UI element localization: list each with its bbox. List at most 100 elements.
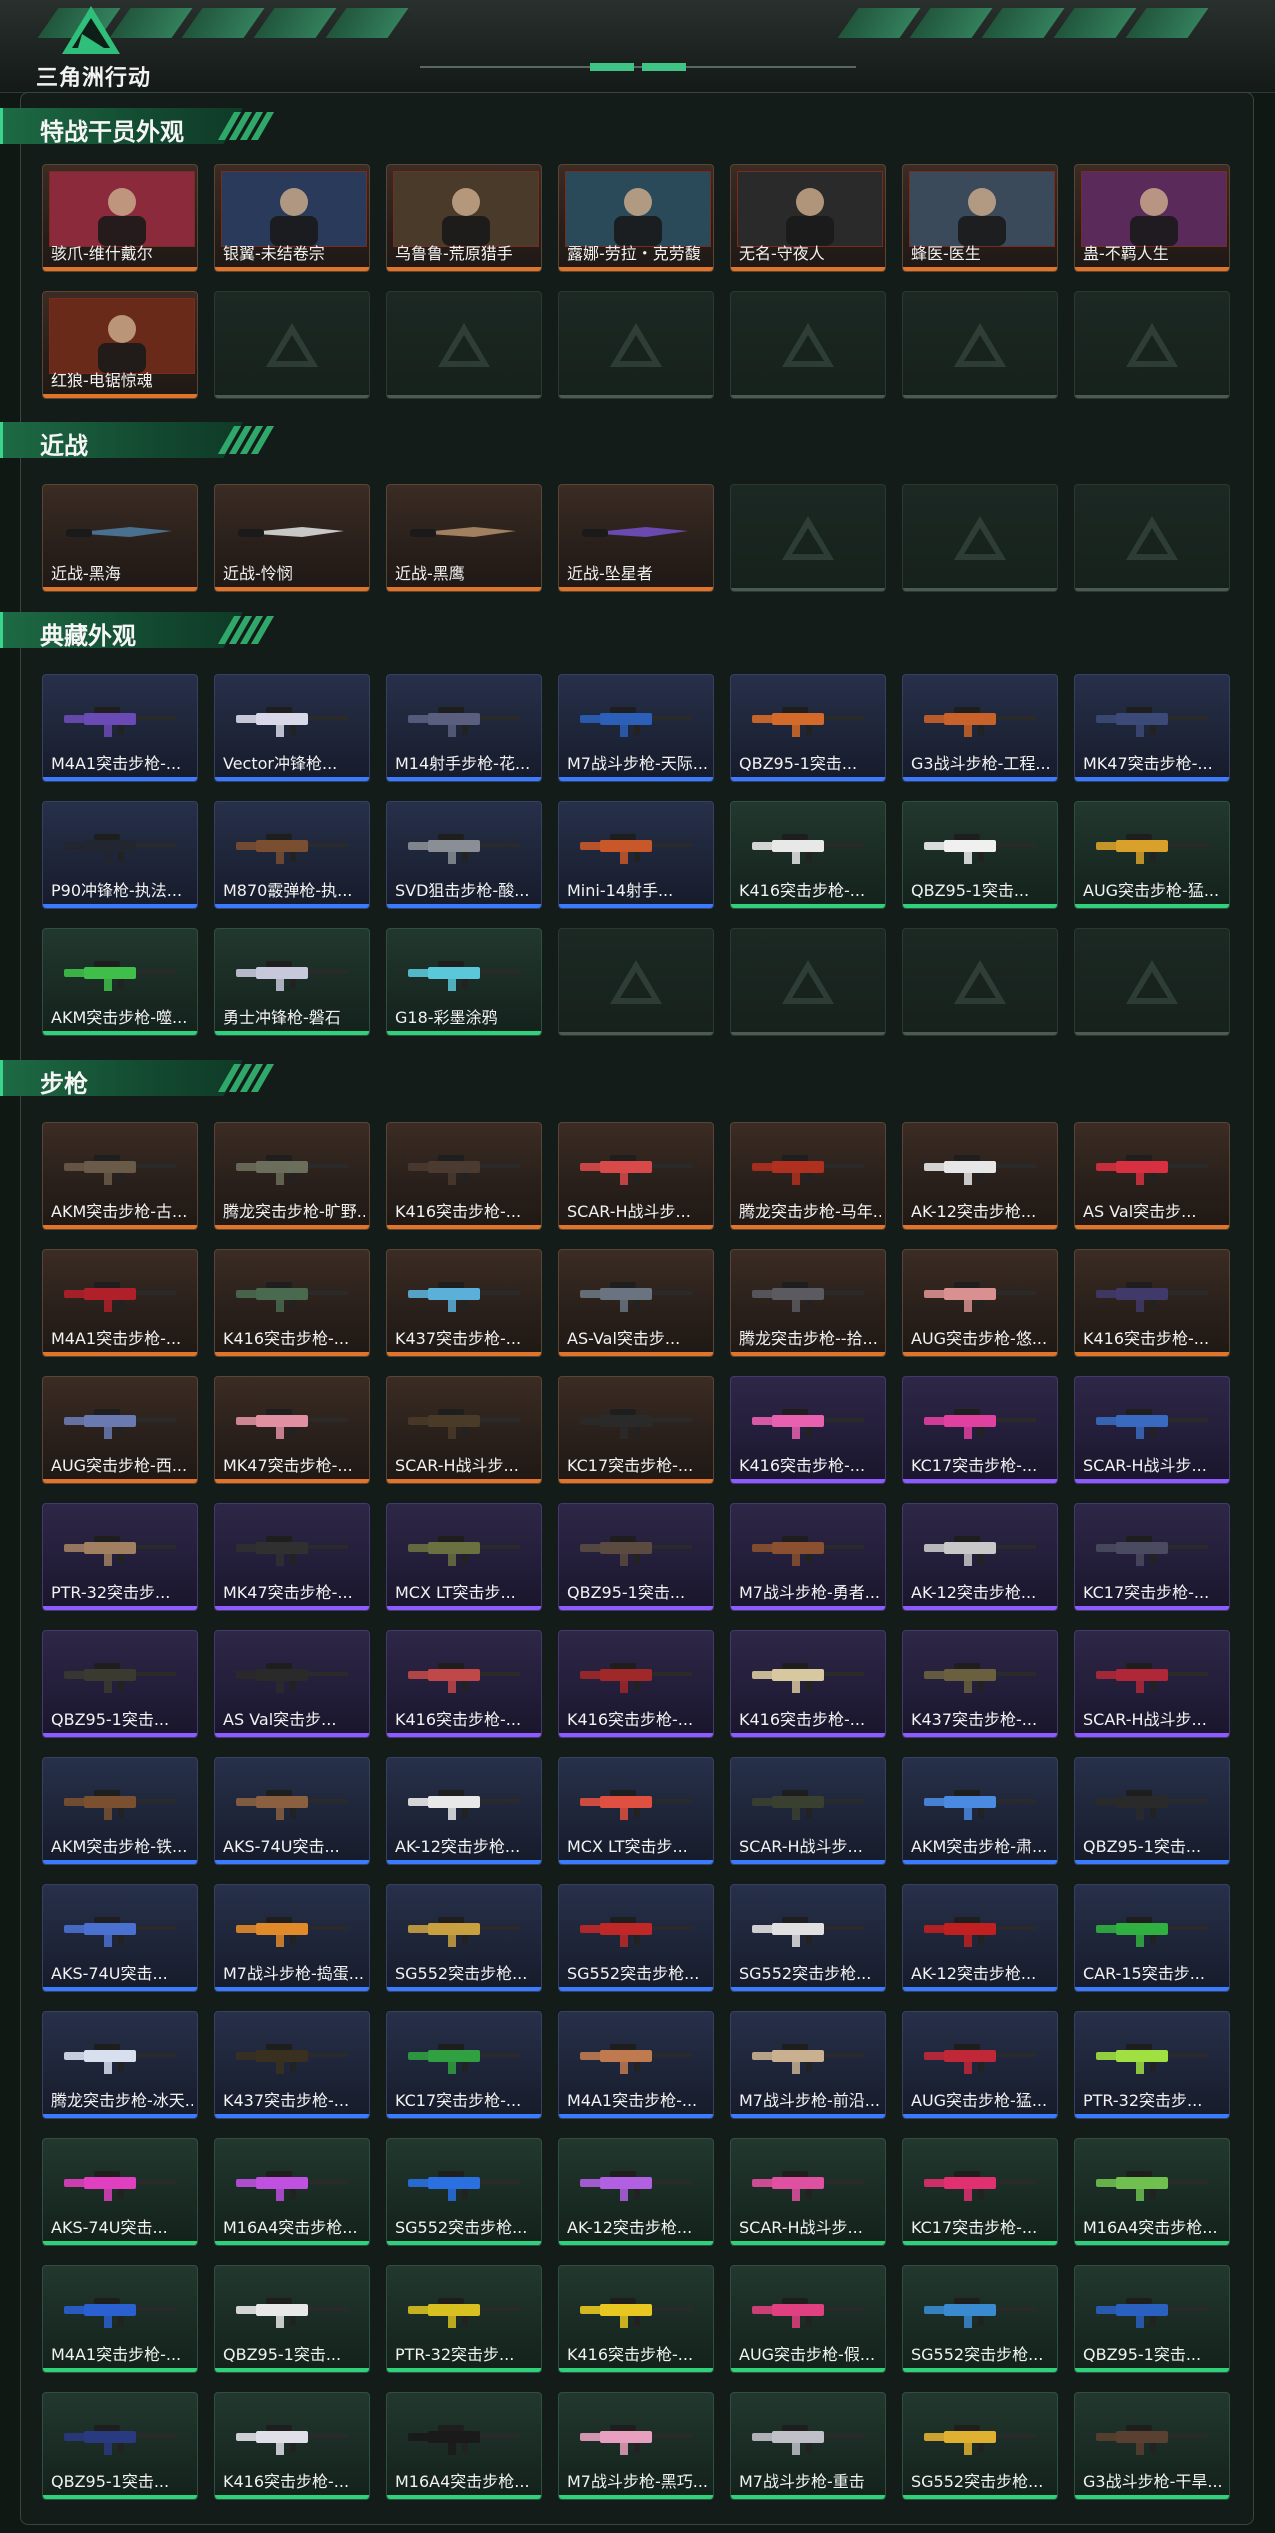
- skin-card[interactable]: AKM突击步枪-肃...: [902, 1757, 1058, 1865]
- skin-card[interactable]: PTR-32突击步...: [1074, 2011, 1230, 2119]
- skin-card[interactable]: AS Val突击步...: [214, 1630, 370, 1738]
- skin-card[interactable]: KC17突击步枪-...: [902, 1376, 1058, 1484]
- skin-card[interactable]: 勇士冲锋枪-磐石: [214, 928, 370, 1036]
- skin-card[interactable]: SG552突击步枪...: [730, 1884, 886, 1992]
- skin-card[interactable]: SCAR-H战斗步...: [1074, 1376, 1230, 1484]
- skin-card[interactable]: M7战斗步枪-天际...: [558, 674, 714, 782]
- skin-card[interactable]: AKM突击步枪-噬...: [42, 928, 198, 1036]
- skin-card[interactable]: AK-12突击步枪...: [902, 1884, 1058, 1992]
- skin-card[interactable]: 无名-守夜人: [730, 164, 886, 272]
- skin-card[interactable]: M16A4突击步枪...: [1074, 2138, 1230, 2246]
- skin-card[interactable]: AUG突击步枪-猛...: [1074, 801, 1230, 909]
- skin-card[interactable]: 近战-坠星者: [558, 484, 714, 592]
- skin-card[interactable]: SG552突击步枪...: [386, 2138, 542, 2246]
- skin-card[interactable]: M7战斗步枪-捣蛋...: [214, 1884, 370, 1992]
- skin-card[interactable]: SG552突击步枪...: [902, 2265, 1058, 2373]
- skin-card[interactable]: K416突击步枪-...: [386, 1122, 542, 1230]
- skin-card[interactable]: QBZ95-1突击...: [730, 674, 886, 782]
- skin-card[interactable]: M870霰弹枪-执...: [214, 801, 370, 909]
- skin-card[interactable]: MK47突击步枪-...: [1074, 674, 1230, 782]
- skin-card[interactable]: Mini-14射手...: [558, 801, 714, 909]
- skin-card[interactable]: CAR-15突击步...: [1074, 1884, 1230, 1992]
- skin-card[interactable]: M4A1突击步枪-...: [42, 674, 198, 782]
- skin-card[interactable]: K416突击步枪-...: [558, 1630, 714, 1738]
- game-logo[interactable]: 三角洲行动: [36, 4, 150, 91]
- skin-card[interactable]: AUG突击步枪-西...: [42, 1376, 198, 1484]
- skin-card[interactable]: SCAR-H战斗步...: [558, 1122, 714, 1230]
- skin-card[interactable]: K437突击步枪-...: [902, 1630, 1058, 1738]
- skin-card[interactable]: AKM突击步枪-铁...: [42, 1757, 198, 1865]
- skin-card[interactable]: MCX LT突击步...: [386, 1503, 542, 1611]
- skin-card[interactable]: G3战斗步枪-工程...: [902, 674, 1058, 782]
- skin-card[interactable]: K416突击步枪-...: [214, 2392, 370, 2500]
- skin-card[interactable]: AUG突击步枪-假...: [730, 2265, 886, 2373]
- skin-card[interactable]: QBZ95-1突击...: [42, 2392, 198, 2500]
- skin-card[interactable]: 银翼-未结卷宗: [214, 164, 370, 272]
- skin-card[interactable]: 腾龙突击步枪-旷野...: [214, 1122, 370, 1230]
- skin-card[interactable]: QBZ95-1突击...: [1074, 2265, 1230, 2373]
- skin-card[interactable]: SG552突击步枪...: [386, 1884, 542, 1992]
- skin-card[interactable]: QBZ95-1突击...: [558, 1503, 714, 1611]
- skin-card[interactable]: M7战斗步枪-前沿...: [730, 2011, 886, 2119]
- skin-card[interactable]: SVD狙击步枪-酸...: [386, 801, 542, 909]
- skin-card[interactable]: K416突击步枪-...: [558, 2265, 714, 2373]
- skin-card[interactable]: M7战斗步枪-重击: [730, 2392, 886, 2500]
- skin-card[interactable]: M14射手步枪-花...: [386, 674, 542, 782]
- skin-card[interactable]: K416突击步枪-...: [214, 1249, 370, 1357]
- skin-card[interactable]: 骇爪-维什戴尔: [42, 164, 198, 272]
- skin-card[interactable]: AKS-74U突击...: [42, 1884, 198, 1992]
- skin-card[interactable]: KC17突击步枪-...: [386, 2011, 542, 2119]
- skin-card[interactable]: MCX LT突击步...: [558, 1757, 714, 1865]
- skin-card[interactable]: AS-Val突击步...: [558, 1249, 714, 1357]
- skin-card[interactable]: PTR-32突击步...: [42, 1503, 198, 1611]
- skin-card[interactable]: AUG突击步枪-悠...: [902, 1249, 1058, 1357]
- skin-card[interactable]: MK47突击步枪-...: [214, 1503, 370, 1611]
- skin-card[interactable]: M4A1突击步枪-...: [42, 1249, 198, 1357]
- skin-card[interactable]: K416突击步枪-...: [730, 801, 886, 909]
- skin-card[interactable]: 近战-怜悯: [214, 484, 370, 592]
- skin-card[interactable]: AS Val突击步...: [1074, 1122, 1230, 1230]
- skin-card[interactable]: KC17突击步枪-...: [902, 2138, 1058, 2246]
- skin-card[interactable]: AK-12突击步枪...: [386, 1757, 542, 1865]
- skin-card[interactable]: SCAR-H战斗步...: [1074, 1630, 1230, 1738]
- skin-card[interactable]: 乌鲁鲁-荒原猎手: [386, 164, 542, 272]
- skin-card[interactable]: QBZ95-1突击...: [214, 2265, 370, 2373]
- skin-card[interactable]: AUG突击步枪-猛...: [902, 2011, 1058, 2119]
- skin-card[interactable]: QBZ95-1突击...: [42, 1630, 198, 1738]
- skin-card[interactable]: MK47突击步枪-...: [214, 1376, 370, 1484]
- skin-card[interactable]: K416突击步枪-...: [1074, 1249, 1230, 1357]
- skin-card[interactable]: G3战斗步枪-干旱...: [1074, 2392, 1230, 2500]
- skin-card[interactable]: KC17突击步枪-...: [1074, 1503, 1230, 1611]
- skin-card[interactable]: 露娜-劳拉・克劳馥: [558, 164, 714, 272]
- skin-card[interactable]: AK-12突击步枪...: [902, 1503, 1058, 1611]
- skin-card[interactable]: P90冲锋枪-执法...: [42, 801, 198, 909]
- skin-card[interactable]: SCAR-H战斗步...: [730, 1757, 886, 1865]
- skin-card[interactable]: PTR-32突击步...: [386, 2265, 542, 2373]
- skin-card[interactable]: KC17突击步枪-...: [558, 1376, 714, 1484]
- skin-card[interactable]: K416突击步枪-...: [730, 1630, 886, 1738]
- skin-card[interactable]: K437突击步枪-...: [214, 2011, 370, 2119]
- skin-card[interactable]: QBZ95-1突击...: [902, 801, 1058, 909]
- skin-card[interactable]: AKS-74U突击...: [214, 1757, 370, 1865]
- skin-card[interactable]: 蜂医-医生: [902, 164, 1058, 272]
- skin-card[interactable]: M4A1突击步枪-...: [42, 2265, 198, 2373]
- skin-card[interactable]: AK-12突击步枪...: [902, 1122, 1058, 1230]
- skin-card[interactable]: M7战斗步枪-黑巧...: [558, 2392, 714, 2500]
- skin-card[interactable]: SG552突击步枪...: [558, 1884, 714, 1992]
- skin-card[interactable]: 近战-黑鹰: [386, 484, 542, 592]
- skin-card[interactable]: M16A4突击步枪...: [214, 2138, 370, 2246]
- skin-card[interactable]: 腾龙突击步枪--拾...: [730, 1249, 886, 1357]
- skin-card[interactable]: SG552突击步枪...: [902, 2392, 1058, 2500]
- skin-card[interactable]: AKS-74U突击...: [42, 2138, 198, 2246]
- skin-card[interactable]: QBZ95-1突击...: [1074, 1757, 1230, 1865]
- skin-card[interactable]: M4A1突击步枪-...: [558, 2011, 714, 2119]
- skin-card[interactable]: M7战斗步枪-勇者...: [730, 1503, 886, 1611]
- skin-card[interactable]: M16A4突击步枪...: [386, 2392, 542, 2500]
- skin-card[interactable]: K416突击步枪-...: [386, 1630, 542, 1738]
- skin-card[interactable]: 腾龙突击步枪-冰天...: [42, 2011, 198, 2119]
- skin-card[interactable]: K437突击步枪-...: [386, 1249, 542, 1357]
- skin-card[interactable]: SCAR-H战斗步...: [386, 1376, 542, 1484]
- skin-card[interactable]: 腾龙突击步枪-马年...: [730, 1122, 886, 1230]
- skin-card[interactable]: AKM突击步枪-古...: [42, 1122, 198, 1230]
- skin-card[interactable]: 蛊-不羁人生: [1074, 164, 1230, 272]
